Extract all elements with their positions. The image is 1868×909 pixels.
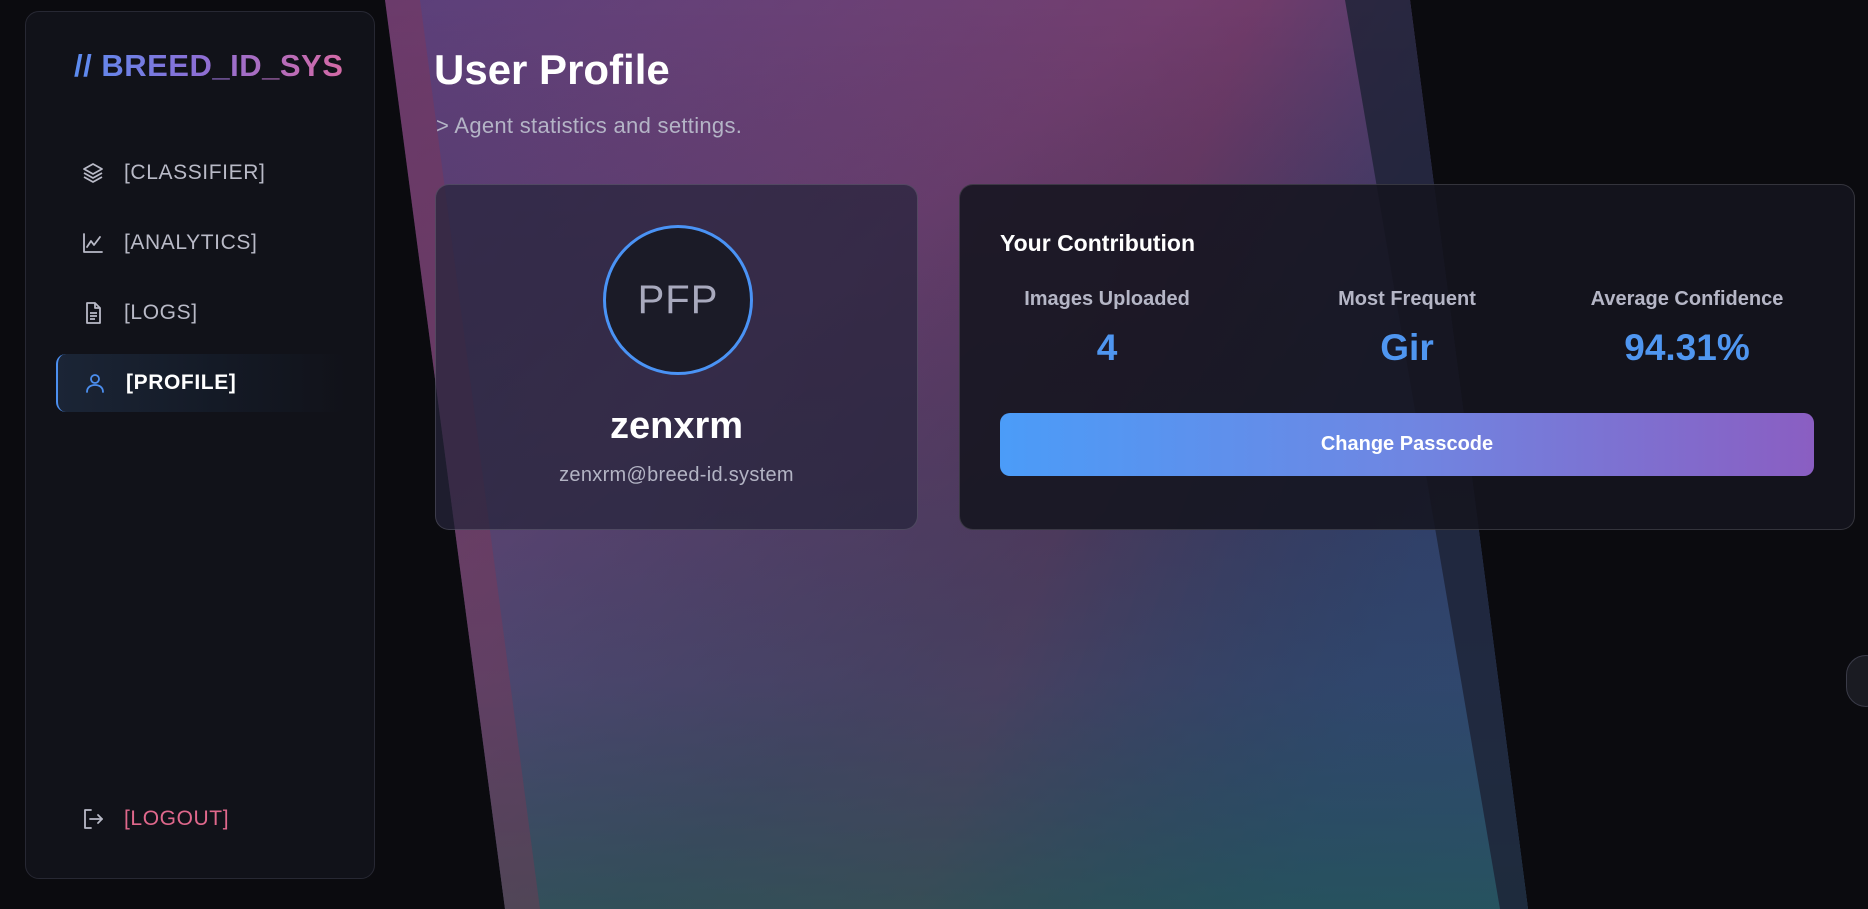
chart-line-icon xyxy=(80,230,106,256)
edge-widget[interactable] xyxy=(1846,655,1868,707)
sidebar-item-logs[interactable]: [LOGS] xyxy=(56,284,346,342)
contribution-card: Your Contribution Images Uploaded 4 Most… xyxy=(959,184,1855,530)
page-title: User Profile xyxy=(434,46,670,93)
stat-value: 4 xyxy=(1096,327,1118,368)
sidebar-item-profile[interactable]: [PROFILE] xyxy=(56,354,346,412)
stat-label: Images Uploaded xyxy=(1024,288,1190,310)
logout-icon xyxy=(80,806,106,832)
stat-most-frequent: Most Frequent Gir xyxy=(1277,288,1537,369)
document-icon xyxy=(80,300,106,326)
sidebar-item-label: [LOGS] xyxy=(124,301,198,324)
sidebar: // BREED_ID_SYS [CLASSIFIER] [ANALYTICS]… xyxy=(25,11,375,879)
stat-value: Gir xyxy=(1380,327,1434,368)
change-passcode-button[interactable]: Change Passcode xyxy=(1000,413,1814,476)
brand-logo: // BREED_ID_SYS xyxy=(74,48,344,83)
sidebar-item-label: [CLASSIFIER] xyxy=(124,161,266,184)
user-icon xyxy=(82,370,108,396)
layers-icon xyxy=(80,160,106,186)
contribution-title: Your Contribution xyxy=(1000,230,1196,256)
stat-label: Average Confidence xyxy=(1590,288,1784,310)
sidebar-item-label: [ANALYTICS] xyxy=(124,231,258,254)
user-email: zenxrm@breed-id.system xyxy=(559,464,794,486)
sidebar-item-classifier[interactable]: [CLASSIFIER] xyxy=(56,144,346,202)
sidebar-item-label: [PROFILE] xyxy=(126,371,237,394)
stat-images-uploaded: Images Uploaded 4 xyxy=(977,288,1237,369)
logout-label: [LOGOUT] xyxy=(124,807,230,830)
stat-average-confidence: Average Confidence 94.31% xyxy=(1557,288,1817,369)
sidebar-item-analytics[interactable]: [ANALYTICS] xyxy=(56,214,346,272)
profile-card: PFP zenxrm zenxrm@breed-id.system xyxy=(435,184,918,530)
stat-label: Most Frequent xyxy=(1338,288,1476,310)
stat-value: 94.31% xyxy=(1624,327,1750,368)
logout-button[interactable]: [LOGOUT] xyxy=(56,790,346,848)
page-subtitle: > Agent statistics and settings. xyxy=(436,113,743,138)
avatar[interactable]: PFP xyxy=(603,225,753,375)
username: zenxrm xyxy=(609,405,744,447)
